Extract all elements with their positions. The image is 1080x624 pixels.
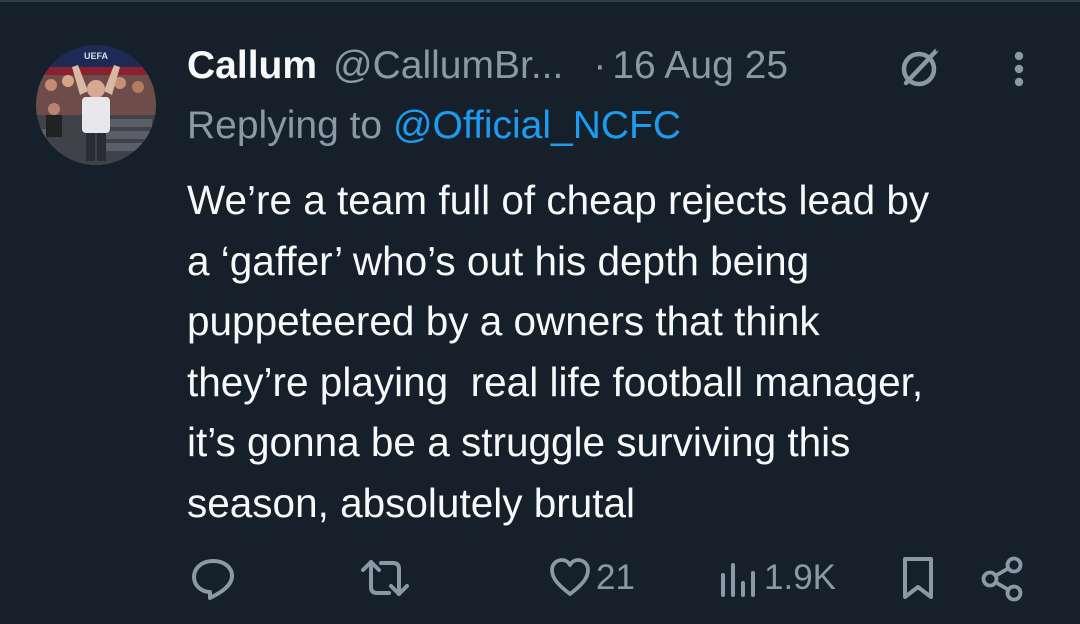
replying-to-mention[interactable]: @Official_NCFC [393,104,681,147]
bookmark-button[interactable] [898,548,938,608]
tweet-text-line: season, absolutely brutal [187,479,636,526]
action-bar: 21 1.9K [0,548,1080,608]
tweet-text: We’re a team full of cheap rejects lead … [187,170,1067,533]
views-icon [721,563,755,597]
replying-to-label: Replying to [187,104,393,147]
like-count: 21 [596,558,635,597]
avatar-banner-text: UEFA [84,51,109,61]
tweet-text-line: a ‘gaffer’ who’s out his depth being [187,237,810,284]
reply-button[interactable] [188,548,238,608]
tweet-header: Callum @CallumBr... · 16 Aug 25 [187,38,788,94]
heart-icon [550,558,590,596]
reply-icon [192,559,234,600]
more-options-icon[interactable] [1004,44,1034,94]
share-icon [981,556,1023,602]
replying-to-line: Replying to @Official_NCFC [187,104,681,148]
tweet-text-line: puppeteered by a owners that think [187,298,820,344]
retweet-icon [361,560,409,596]
like-button[interactable]: 21 [548,548,635,608]
grok-icon[interactable] [896,42,946,92]
tweet-text-line: it’s gonna be a struggle surviving this [187,419,851,465]
author-handle[interactable]: @CallumBr... [333,44,563,88]
share-button[interactable] [978,548,1028,608]
tweet-text-line: We’re a team full of cheap rejects lead … [187,177,930,223]
author-name[interactable]: Callum [187,44,317,88]
views-button[interactable]: 1.9K [718,548,836,608]
retweet-button[interactable] [358,548,412,608]
tweet-text-line: they’re playing real life football manag… [187,358,924,405]
views-count: 1.9K [764,558,836,597]
bookmark-icon [903,557,933,599]
separator-dot: · [593,44,607,87]
avatar[interactable]: UEFA [36,45,156,165]
tweet-date[interactable]: 16 Aug 25 [612,44,788,88]
tweet-card[interactable]: UEFA Callum @CallumBr... · 16 Aug 25 Rep… [0,0,1080,624]
